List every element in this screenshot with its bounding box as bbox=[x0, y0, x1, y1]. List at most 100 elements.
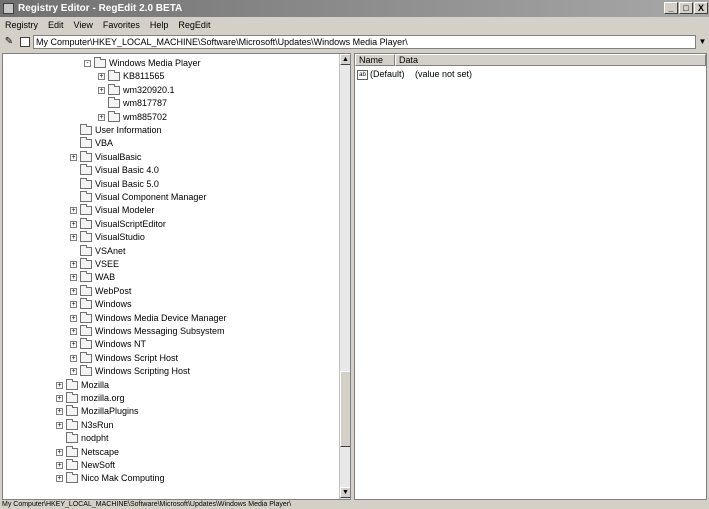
tree-node[interactable]: + Windows Script Host bbox=[3, 351, 333, 365]
folder-icon bbox=[108, 70, 120, 82]
tree-node[interactable]: + Nico Mak Computing bbox=[3, 472, 333, 485]
menu-favorites[interactable]: Favorites bbox=[98, 17, 145, 33]
expand-plus-icon[interactable]: + bbox=[98, 73, 105, 81]
expand-plus-icon[interactable]: + bbox=[70, 274, 77, 282]
tree-node[interactable]: + mozilla.org bbox=[3, 392, 333, 405]
tree-node[interactable]: + VisualBasic bbox=[3, 150, 333, 164]
tree-node-label: Visual Modeler bbox=[95, 205, 155, 216]
tree-node[interactable]: + VisualStudio bbox=[3, 231, 333, 244]
bookmark-icon[interactable] bbox=[20, 37, 30, 47]
tree-node[interactable]: wm817787 bbox=[3, 97, 333, 110]
tree-node[interactable]: VSAnet bbox=[3, 244, 333, 258]
tree-node[interactable]: + Mozilla bbox=[3, 378, 333, 392]
tree-vertical-scrollbar[interactable]: ▲ ▼ bbox=[339, 54, 350, 499]
tree-node[interactable]: User Information bbox=[3, 124, 333, 137]
address-dropdown-button[interactable]: ▼ bbox=[697, 35, 708, 49]
expand-plus-icon[interactable]: + bbox=[56, 395, 63, 402]
folder-icon bbox=[80, 137, 92, 149]
menu-help[interactable]: Help bbox=[145, 17, 174, 33]
expand-plus-icon[interactable]: + bbox=[56, 448, 63, 456]
values-list[interactable]: Name Data ab (Default) (value not set) bbox=[354, 53, 707, 500]
folder-icon bbox=[80, 298, 92, 310]
expand-plus-icon[interactable]: + bbox=[70, 220, 77, 228]
folder-icon bbox=[66, 445, 78, 457]
tree-node[interactable]: + wm320920.1 bbox=[3, 83, 333, 97]
menu-regedit[interactable]: RegEdit bbox=[173, 17, 215, 33]
tree-node[interactable]: VBA bbox=[3, 137, 333, 150]
scroll-up-arrow-icon[interactable]: ▲ bbox=[340, 54, 350, 65]
tree-node[interactable]: + Windows Media Device Manager bbox=[3, 311, 333, 325]
menu-edit[interactable]: Edit bbox=[43, 17, 69, 33]
menu-view[interactable]: View bbox=[69, 17, 98, 33]
expand-plus-icon[interactable]: + bbox=[70, 368, 77, 376]
tree-node-label: NewSoft bbox=[81, 460, 116, 470]
value-row[interactable]: ab (Default) (value not set) bbox=[357, 68, 472, 80]
menu-registry[interactable]: Registry bbox=[0, 17, 43, 33]
tree-node-label: VisualBasic bbox=[95, 151, 142, 162]
address-bar: ✎ My Computer\HKEY_LOCAL_MACHINE\Softwar… bbox=[0, 33, 709, 51]
tree-node[interactable]: + Windows bbox=[3, 298, 333, 311]
computer-icon[interactable]: ✎ bbox=[3, 36, 15, 48]
folder-icon bbox=[80, 271, 92, 283]
folder-icon bbox=[80, 311, 92, 323]
registry-key-tree[interactable]: - Windows Media Player + KB811565 + wm320920.… bbox=[2, 53, 351, 500]
tree-node[interactable]: + VisualScriptEditor bbox=[3, 217, 333, 231]
maximize-button[interactable]: □ bbox=[679, 2, 693, 14]
expand-plus-icon[interactable]: + bbox=[56, 462, 63, 469]
column-header-data[interactable]: Data bbox=[395, 54, 706, 66]
expand-plus-icon[interactable]: + bbox=[70, 153, 77, 161]
tree-node[interactable]: + VSEE bbox=[3, 258, 333, 271]
tree-node[interactable]: - Windows Media Player bbox=[3, 57, 333, 70]
tree-node[interactable]: + wm885702 bbox=[3, 110, 333, 124]
folder-icon bbox=[80, 258, 92, 269]
expand-plus-icon[interactable]: + bbox=[56, 421, 63, 429]
tree-node[interactable]: + Windows NT bbox=[3, 338, 333, 351]
column-header-name[interactable]: Name bbox=[355, 54, 395, 66]
collapse-minus-icon[interactable]: - bbox=[84, 60, 91, 67]
tree-node[interactable]: + N3sRun bbox=[3, 418, 333, 432]
tree-node-label: mozilla.org bbox=[81, 393, 125, 403]
expand-plus-icon[interactable]: + bbox=[70, 261, 77, 268]
expand-plus-icon[interactable]: + bbox=[56, 475, 63, 483]
expand-plus-icon[interactable]: + bbox=[70, 341, 77, 349]
address-field[interactable]: My Computer\HKEY_LOCAL_MACHINE\Software\… bbox=[33, 35, 696, 49]
tree-node[interactable]: Visual Component Manager bbox=[3, 191, 333, 204]
value-name: (Default) bbox=[370, 69, 405, 79]
expand-plus-icon[interactable]: + bbox=[70, 207, 77, 215]
folder-icon bbox=[80, 217, 92, 229]
expand-plus-icon[interactable]: + bbox=[70, 354, 77, 362]
tree-node[interactable]: Visual Basic 4.0 bbox=[3, 164, 333, 177]
expand-plus-icon[interactable]: + bbox=[70, 234, 77, 242]
tree-node-label: VisualScriptEditor bbox=[95, 218, 166, 229]
tree-node[interactable]: + MozillaPlugins bbox=[3, 405, 333, 418]
tree-node[interactable]: Visual Basic 5.0 bbox=[3, 177, 333, 191]
tree-node[interactable]: + KB811565 bbox=[3, 70, 333, 83]
expand-plus-icon[interactable]: + bbox=[70, 301, 77, 309]
tree-node[interactable]: + NewSoft bbox=[3, 459, 333, 472]
expand-plus-icon[interactable]: + bbox=[70, 314, 77, 322]
scroll-down-arrow-icon[interactable]: ▼ bbox=[340, 487, 350, 498]
tree-node[interactable]: + Windows Scripting Host bbox=[3, 365, 333, 378]
expand-plus-icon[interactable]: + bbox=[98, 113, 105, 121]
tree-node[interactable]: nodpht bbox=[3, 432, 333, 445]
tree-node[interactable]: + Netscape bbox=[3, 445, 333, 459]
minimize-button[interactable]: _ bbox=[664, 2, 678, 14]
tree-node[interactable]: + WebPost bbox=[3, 284, 333, 298]
folder-icon bbox=[66, 392, 78, 403]
title-bar: Registry Editor - RegEdit 2.0 BETA _ □ X bbox=[0, 0, 709, 17]
tree-node[interactable]: + Visual Modeler bbox=[3, 204, 333, 217]
close-button[interactable]: X bbox=[694, 2, 708, 14]
expand-plus-icon[interactable]: + bbox=[56, 408, 63, 416]
expand-plus-icon[interactable]: + bbox=[70, 328, 77, 335]
folder-icon bbox=[66, 378, 78, 390]
tree-node-label: User Information bbox=[95, 125, 162, 135]
tree-node[interactable]: + Windows Messaging Subsystem bbox=[3, 325, 333, 338]
tree-node-label: Windows Scripting Host bbox=[95, 366, 191, 377]
expand-plus-icon[interactable]: + bbox=[56, 381, 63, 389]
folder-icon bbox=[66, 405, 78, 417]
scroll-thumb[interactable] bbox=[340, 371, 350, 447]
tree-node[interactable]: + WAB bbox=[3, 271, 333, 284]
expand-plus-icon[interactable]: + bbox=[98, 86, 105, 94]
registry-editor-app-icon bbox=[3, 3, 14, 14]
expand-plus-icon[interactable]: + bbox=[70, 287, 77, 295]
